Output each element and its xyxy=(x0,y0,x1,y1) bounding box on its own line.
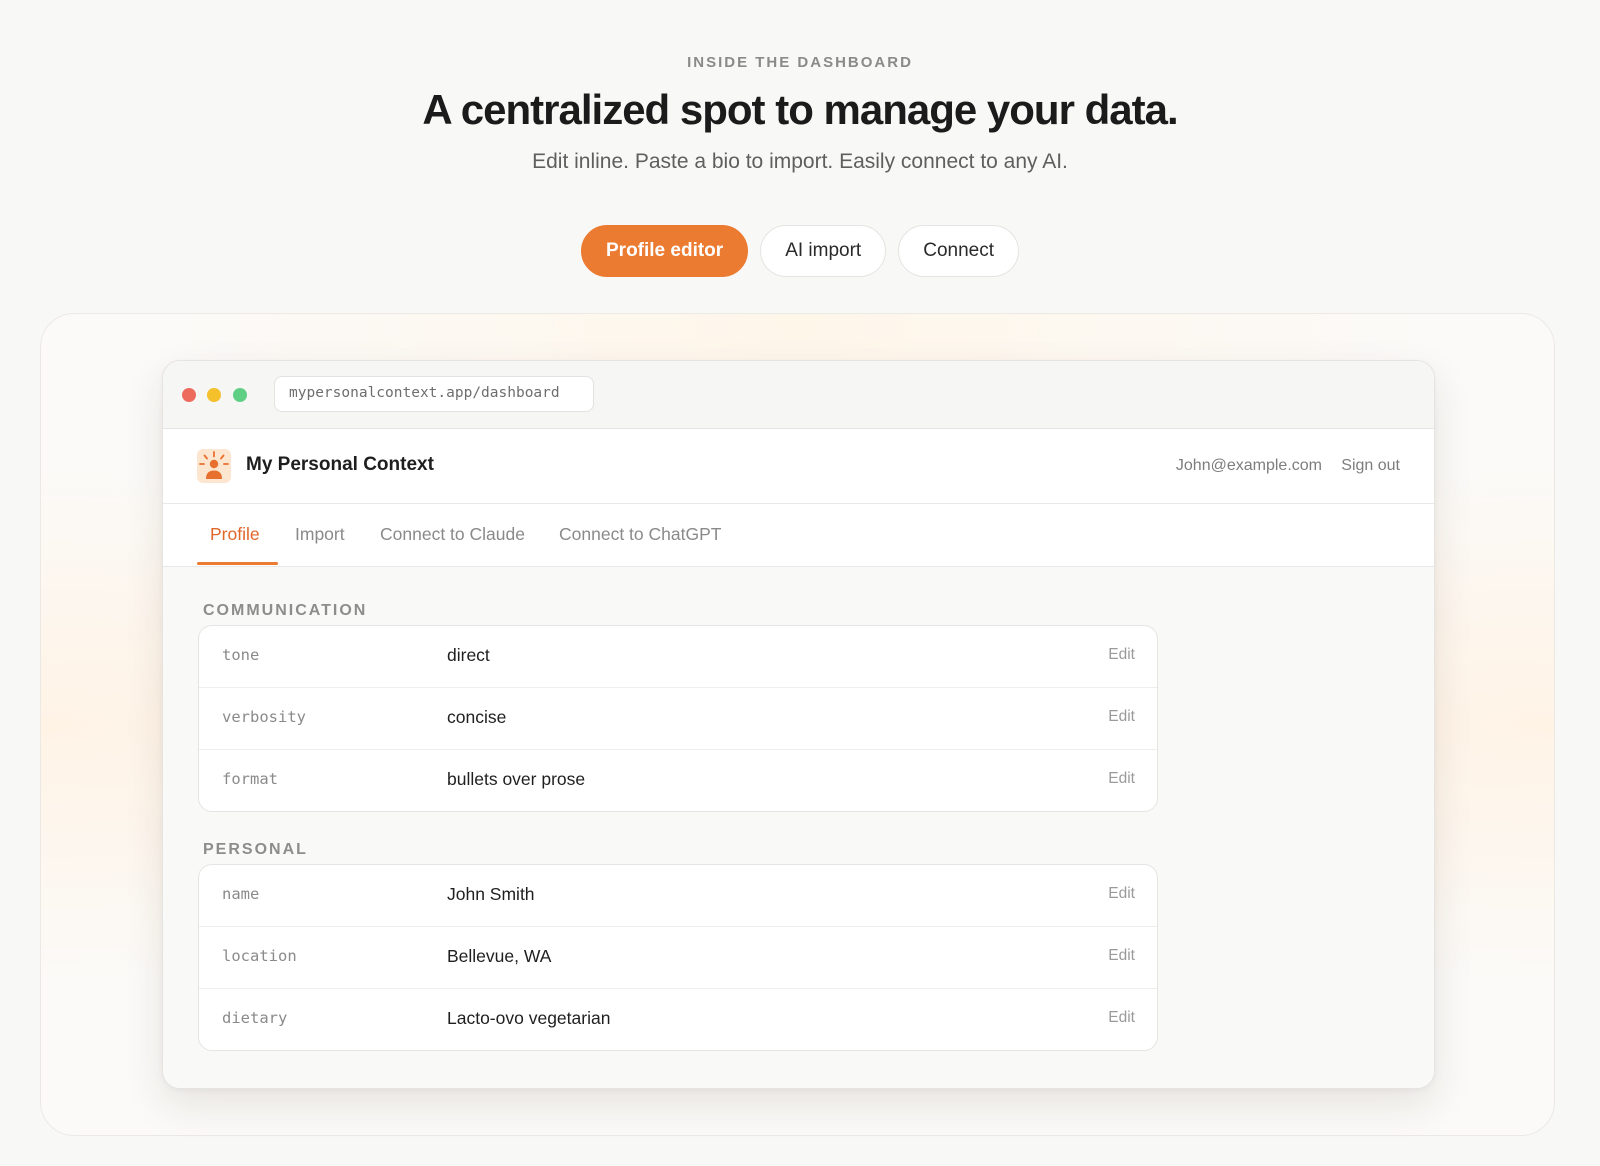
field-key: name xyxy=(222,885,260,903)
table-row: tone direct Edit xyxy=(199,626,1157,688)
feature-tabs: Profile editor AI import Connect xyxy=(0,225,1600,277)
field-value: direct xyxy=(447,645,490,665)
profile-content: COMMUNICATION tone direct Edit verbosity… xyxy=(163,567,1434,1088)
sign-out-link[interactable]: Sign out xyxy=(1341,457,1400,475)
field-value: Lacto-ovo vegetarian xyxy=(447,1008,611,1028)
logo-graphic xyxy=(199,451,229,479)
active-tab-indicator xyxy=(197,562,278,565)
app-title: My Personal Context xyxy=(246,454,434,475)
table-row: format bullets over prose Edit xyxy=(199,750,1157,811)
user-email: John@example.com xyxy=(1175,457,1322,474)
field-key: dietary xyxy=(222,1009,288,1027)
edit-button[interactable]: Edit xyxy=(1108,646,1135,664)
tab-profile[interactable]: Profile xyxy=(210,524,260,545)
edit-button[interactable]: Edit xyxy=(1108,708,1135,726)
edit-button[interactable]: Edit xyxy=(1108,947,1135,965)
field-value: concise xyxy=(447,707,507,727)
tab-ai-import[interactable]: AI import xyxy=(760,225,887,277)
address-bar[interactable]: mypersonalcontext.app/dashboard xyxy=(274,376,594,412)
section-heading-personal: PERSONAL xyxy=(203,841,308,858)
maximize-window-dot[interactable] xyxy=(233,388,247,402)
table-row: verbosity concise Edit xyxy=(199,688,1157,750)
browser-chrome: mypersonalcontext.app/dashboard xyxy=(163,361,1434,429)
table-row: name John Smith Edit xyxy=(199,865,1157,927)
edit-button[interactable]: Edit xyxy=(1108,885,1135,903)
field-key: location xyxy=(222,947,297,965)
table-row: dietary Lacto-ovo vegetarian Edit xyxy=(199,989,1157,1050)
browser-window: mypersonalcontext.app/dashboard My Perso… xyxy=(162,360,1435,1089)
sunrise-person-logo-icon xyxy=(197,449,231,483)
page-headline: A centralized spot to manage your data. xyxy=(422,86,1178,133)
edit-button[interactable]: Edit xyxy=(1108,1009,1135,1027)
app-header: My Personal Context John@example.com Sig… xyxy=(163,429,1434,504)
tab-profile-editor[interactable]: Profile editor xyxy=(581,225,749,277)
field-key: verbosity xyxy=(222,708,306,726)
field-value: Bellevue, WA xyxy=(447,946,552,966)
field-value: John Smith xyxy=(447,884,535,904)
communication-card: tone direct Edit verbosity concise Edit … xyxy=(198,625,1158,812)
edit-button[interactable]: Edit xyxy=(1108,770,1135,788)
field-key: tone xyxy=(222,646,260,664)
field-key: format xyxy=(222,770,278,788)
tab-connect-to-claude[interactable]: Connect to Claude xyxy=(380,524,525,545)
app-nav-tabs: Profile Import Connect to Claude Connect… xyxy=(163,504,1434,567)
personal-card: name John Smith Edit location Bellevue, … xyxy=(198,864,1158,1051)
eyebrow-text: INSIDE THE DASHBOARD xyxy=(687,54,913,71)
tab-connect-to-chatgpt[interactable]: Connect to ChatGPT xyxy=(559,524,721,545)
tab-connect[interactable]: Connect xyxy=(898,225,1019,277)
page-subhead: Edit inline. Paste a bio to import. Easi… xyxy=(532,150,1068,173)
field-value: bullets over prose xyxy=(447,769,586,789)
minimize-window-dot[interactable] xyxy=(207,388,221,402)
close-window-dot[interactable] xyxy=(182,388,196,402)
table-row: location Bellevue, WA Edit xyxy=(199,927,1157,989)
tab-import[interactable]: Import xyxy=(295,524,345,545)
section-heading-communication: COMMUNICATION xyxy=(203,602,368,619)
